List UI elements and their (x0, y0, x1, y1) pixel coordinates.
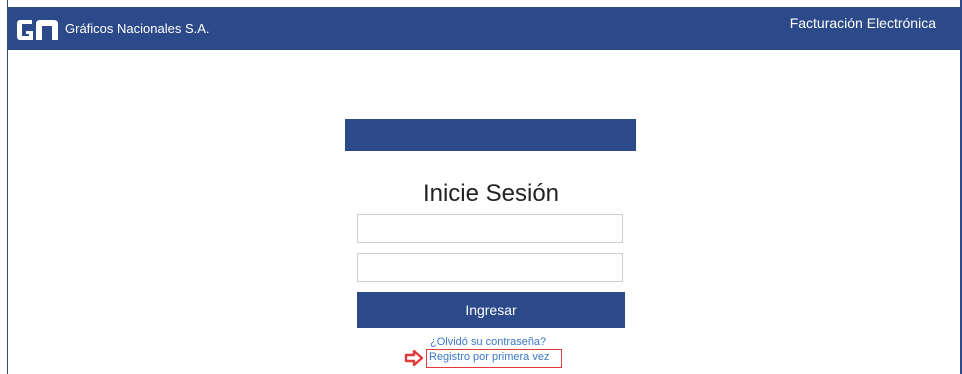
username-field[interactable] (357, 214, 623, 243)
company-name: Gráficos Nacionales S.A. (65, 21, 210, 36)
frame-border-left (7, 0, 8, 374)
login-button[interactable]: Ingresar (357, 292, 625, 328)
password-field[interactable] (357, 253, 623, 282)
gn-logo-icon (17, 20, 58, 40)
app-title: Facturación Electrónica (789, 15, 936, 31)
forgot-password-link[interactable]: ¿Olvidó su contraseña? (430, 336, 546, 348)
top-header: Gráficos Nacionales S.A. Facturación Ele… (8, 7, 960, 50)
red-arrow-right-icon (404, 350, 424, 366)
register-first-time-link[interactable]: Registro por primera vez (429, 351, 549, 363)
login-banner (345, 119, 636, 151)
login-title: Inicie Sesión (422, 180, 560, 207)
